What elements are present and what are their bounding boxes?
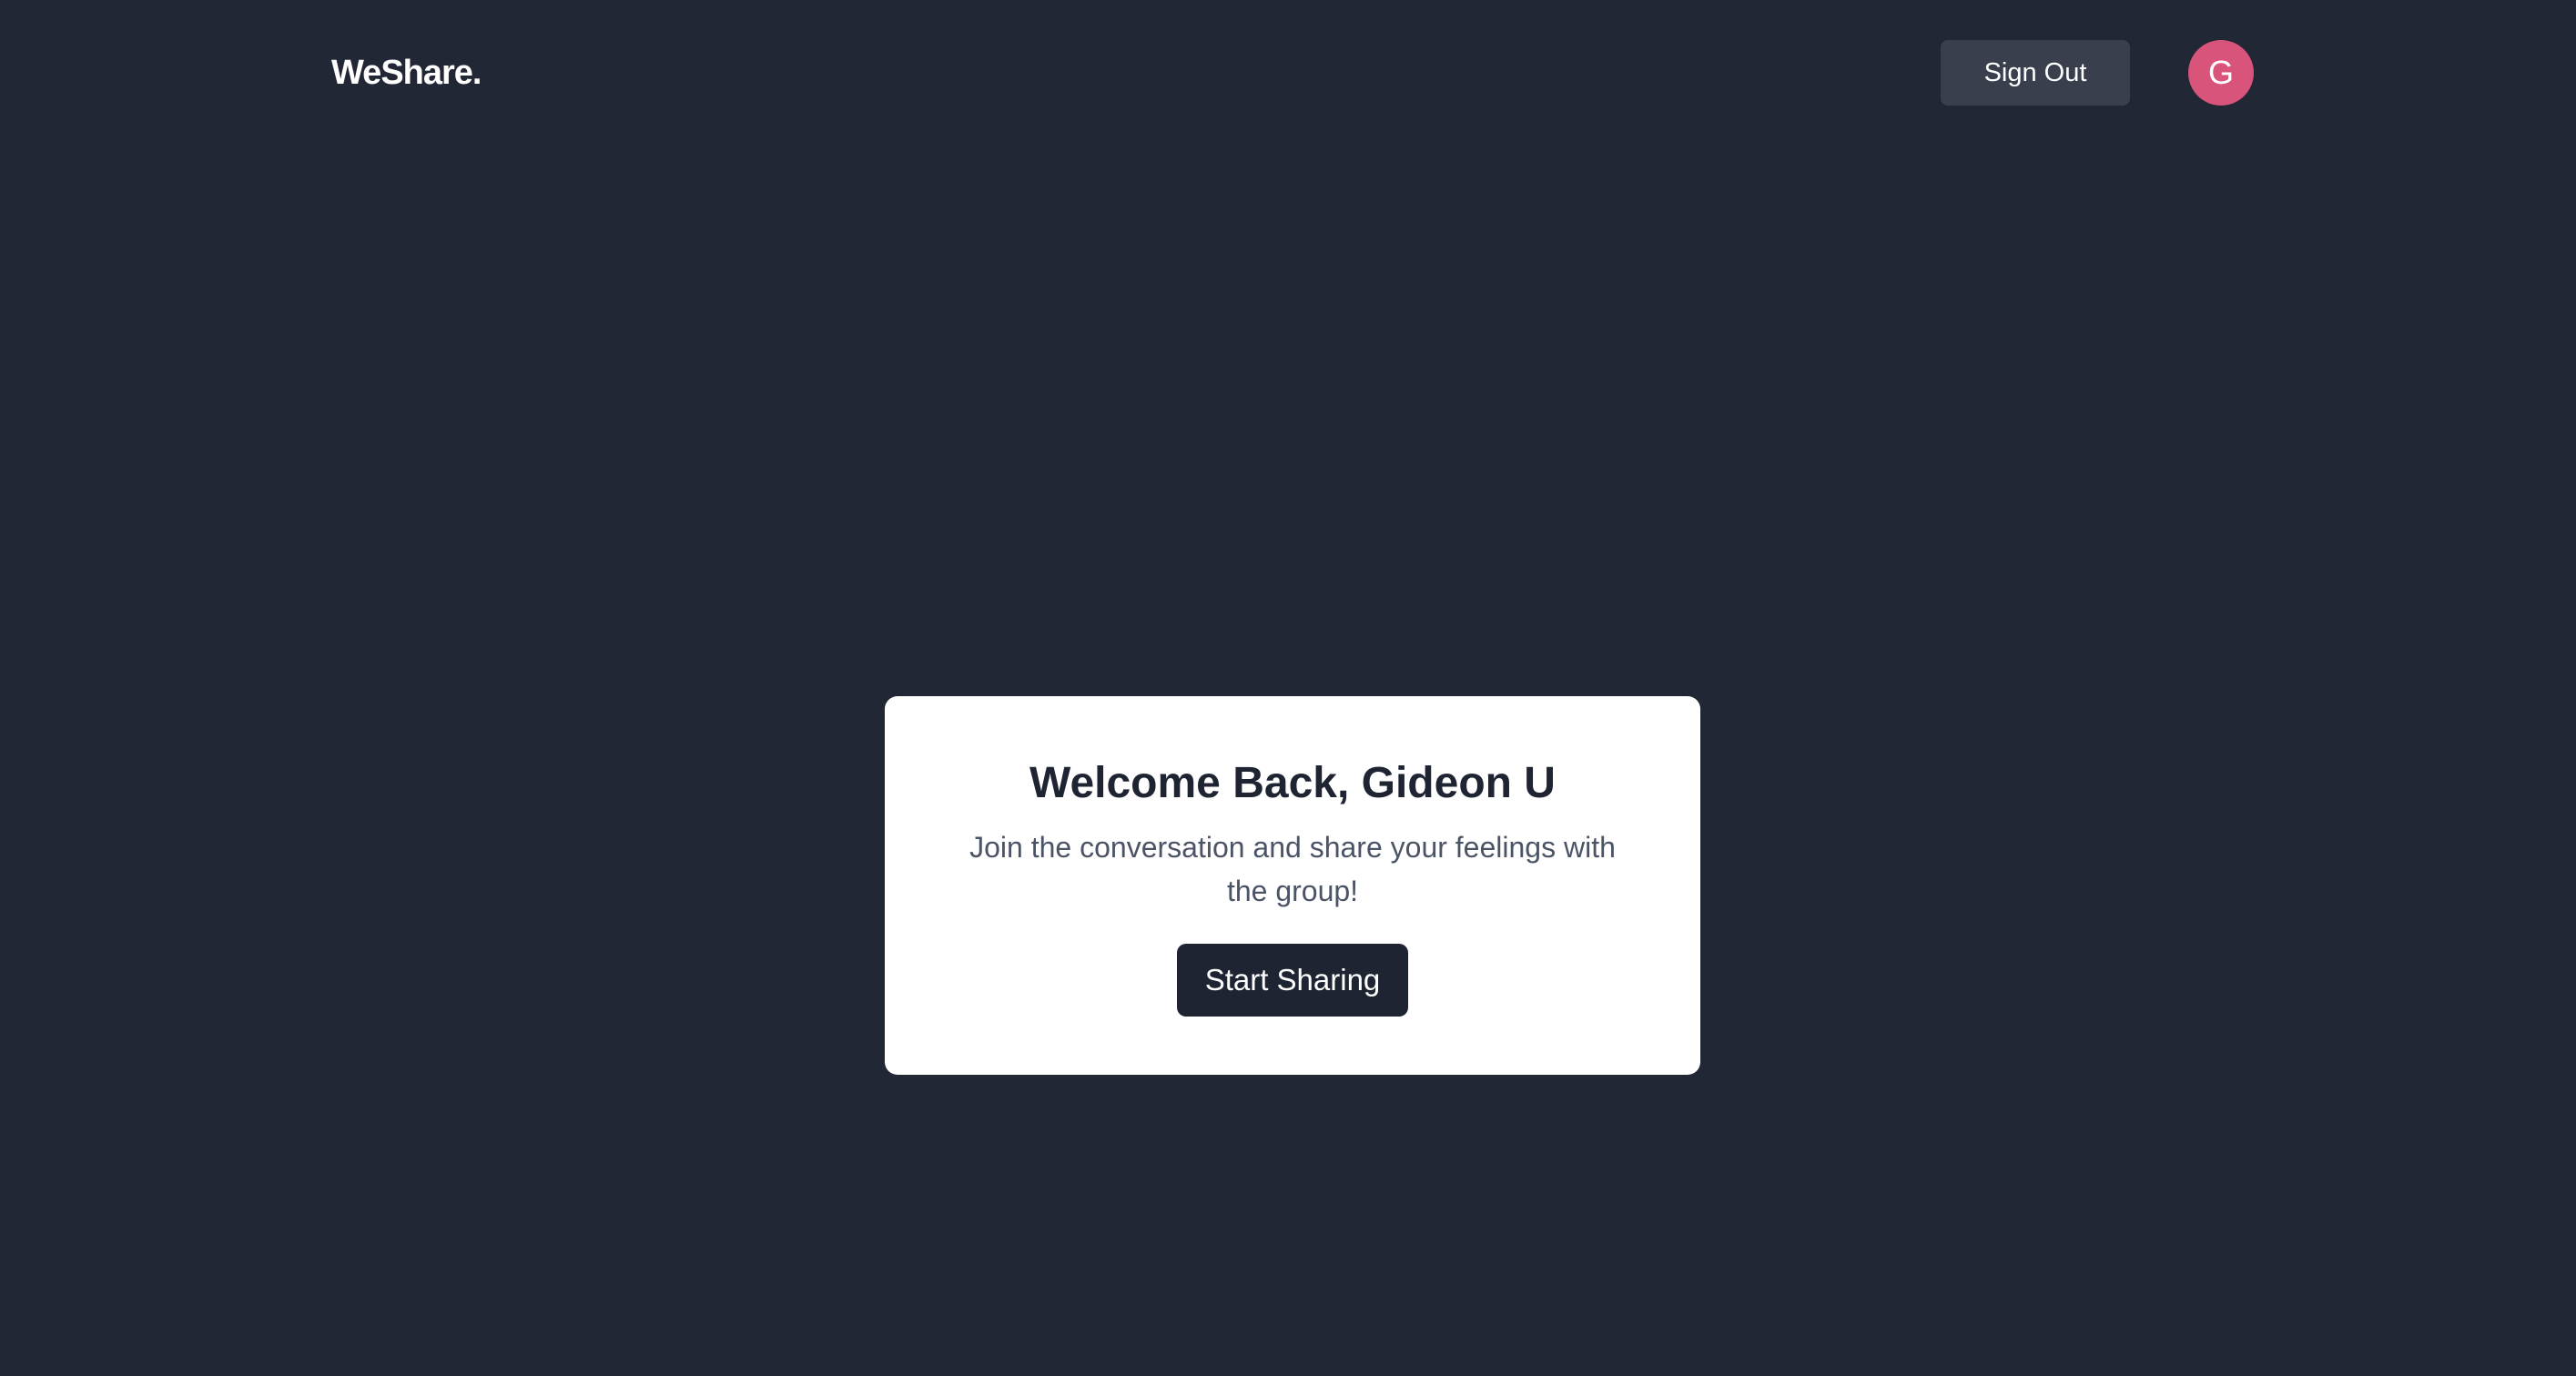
brand-logo[interactable]: WeShare. — [331, 51, 482, 95]
start-sharing-button[interactable]: Start Sharing — [1177, 944, 1408, 1017]
user-avatar[interactable]: G — [2188, 40, 2254, 106]
welcome-card: Welcome Back, Gideon U Join the conversa… — [885, 696, 1700, 1075]
top-nav: WeShare. Sign Out G — [0, 0, 2576, 146]
sign-out-button[interactable]: Sign Out — [1941, 40, 2130, 106]
welcome-title: Welcome Back, Gideon U — [1029, 759, 1556, 807]
welcome-subtitle: Join the conversation and share your fee… — [969, 831, 1616, 907]
